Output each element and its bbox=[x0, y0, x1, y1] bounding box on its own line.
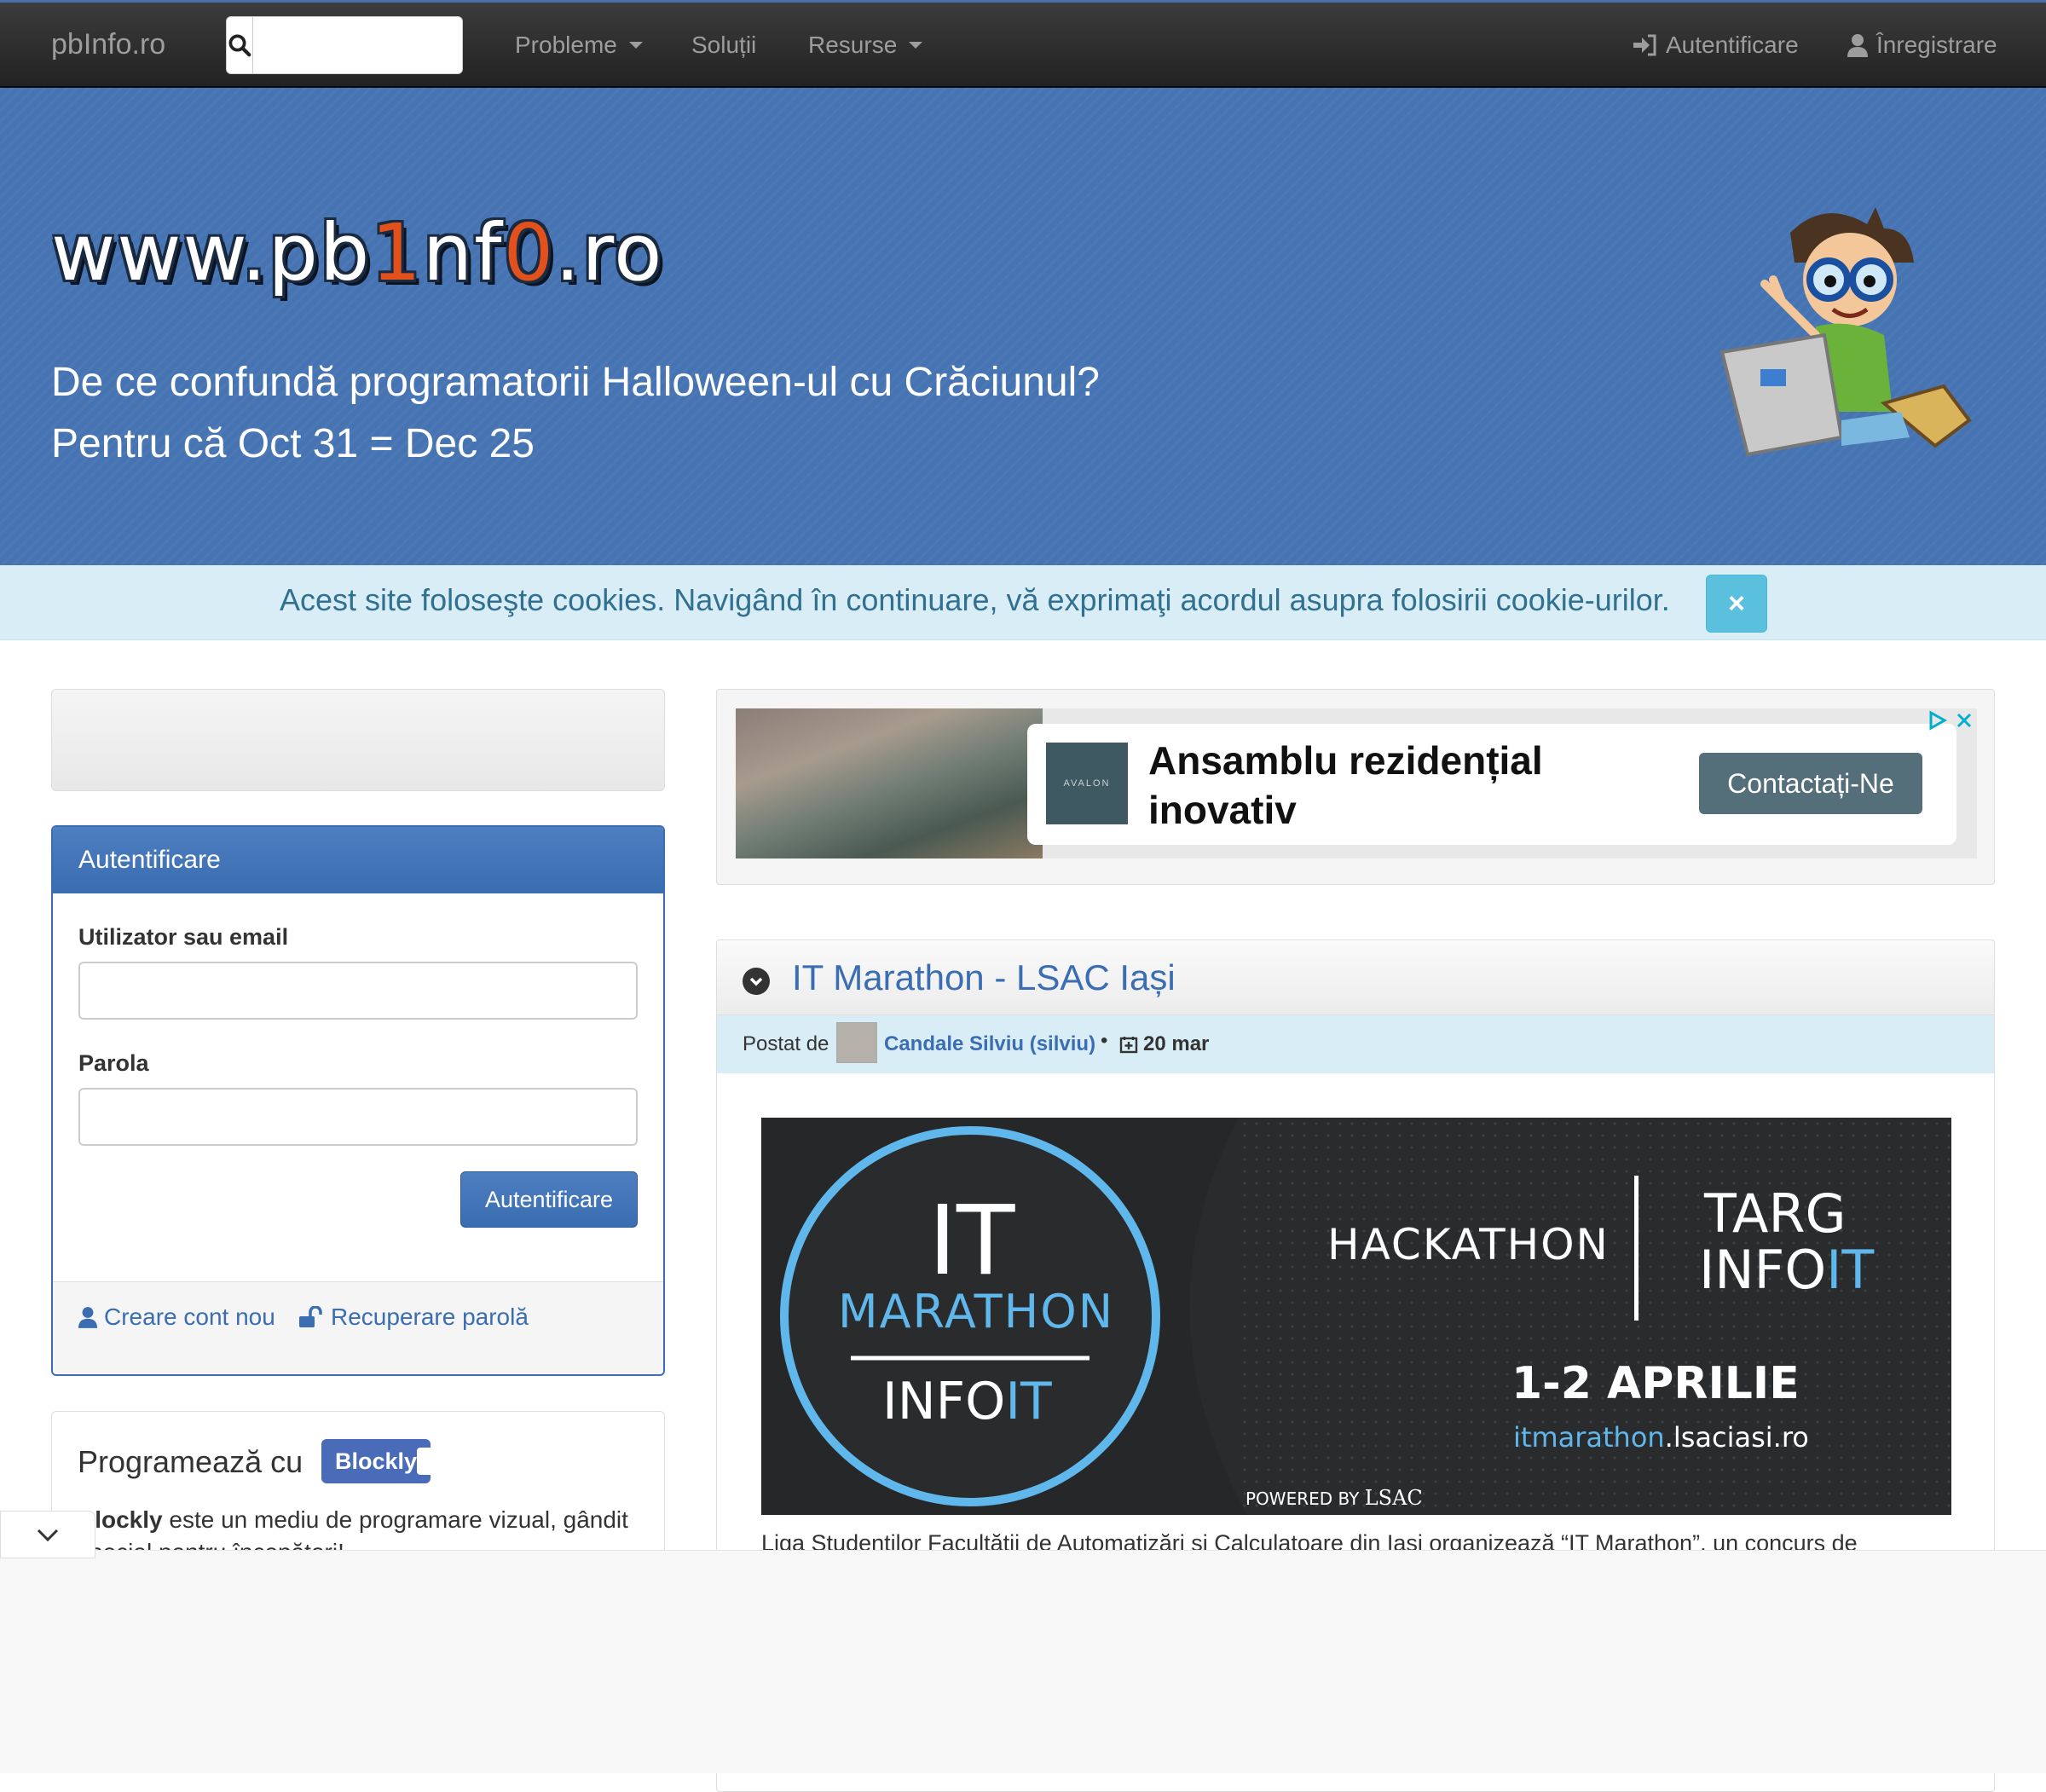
bottom-overlay bbox=[0, 1550, 2046, 1773]
ad-title: Ansamblu rezidențial inovativ bbox=[1148, 738, 1543, 832]
banner-infoit: INFOIT bbox=[882, 1372, 1052, 1431]
overlay-collapse-button[interactable] bbox=[0, 1511, 95, 1558]
ad-choices[interactable] bbox=[1928, 710, 1974, 731]
create-account-label: Creare cont nou bbox=[104, 1304, 275, 1330]
hero-joke: De ce confundă programatorii Halloween-u… bbox=[51, 352, 1100, 475]
banner-divider bbox=[1634, 1176, 1639, 1321]
username-field[interactable] bbox=[78, 962, 638, 1020]
hero-banner: www.pb1nf0.ro De ce confundă programator… bbox=[0, 88, 2046, 565]
posted-by-label: Postat de bbox=[743, 1032, 829, 1055]
sidebar-empty-panel bbox=[51, 689, 665, 791]
banner-url: itmarathon.lsaciasi.ro bbox=[1513, 1421, 1809, 1454]
article-header: IT Marathon - LSAC Iași bbox=[717, 940, 1994, 1015]
login-panel-title: Autentificare bbox=[53, 827, 663, 893]
password-field[interactable] bbox=[78, 1088, 638, 1146]
article-title[interactable]: IT Marathon - LSAC Iași bbox=[792, 957, 1176, 998]
cookie-close-button[interactable]: × bbox=[1706, 575, 1767, 633]
sign-in-icon bbox=[1633, 34, 1656, 56]
search-button[interactable] bbox=[227, 17, 253, 73]
banner-powered: POWERED BY LSAC bbox=[1246, 1486, 1423, 1510]
ad-card: AVALON Ansamblu rezidențial inovativ Cont… bbox=[1027, 724, 1956, 845]
recover-password-link[interactable]: Recuperare parolă bbox=[298, 1304, 529, 1331]
password-label: Parola bbox=[78, 1050, 149, 1076]
nav-solutii-label: Soluții bbox=[691, 32, 757, 58]
user-icon bbox=[1847, 34, 1868, 57]
it-marathon-banner: IT MARATHON INFOIT HACKATHON TARG INFOIT… bbox=[761, 1118, 1951, 1515]
blockly-title: Programează cu bbox=[78, 1444, 303, 1479]
username-label: Utilizator sau email bbox=[78, 924, 289, 950]
search-group bbox=[226, 16, 563, 74]
nav-resurse-label: Resurse bbox=[808, 32, 898, 58]
nav-probleme-label: Probleme bbox=[515, 32, 617, 58]
ad-photo bbox=[736, 708, 1043, 858]
mascot-illustration bbox=[1719, 207, 1972, 457]
blockly-logo: Blockly bbox=[321, 1439, 431, 1483]
post-date: 20 mar bbox=[1119, 1032, 1209, 1056]
nav-probleme[interactable]: Probleme bbox=[515, 32, 643, 59]
brand-link[interactable]: pbInfo.ro bbox=[51, 28, 165, 61]
banner-it: IT bbox=[928, 1186, 1015, 1297]
login-panel: Autentificare Utilizator sau email Parol… bbox=[51, 825, 665, 1376]
meta-separator: • bbox=[1101, 1029, 1108, 1052]
banner-targ: TARG INFOIT bbox=[1699, 1182, 1875, 1301]
calendar-plus-icon bbox=[1119, 1037, 1138, 1054]
author-avatar[interactable] bbox=[836, 1022, 877, 1063]
ad-panel: AVALON Ansamblu rezidențial inovativ Cont… bbox=[716, 689, 1995, 885]
chevron-down-icon bbox=[749, 977, 763, 986]
joke-question: De ce confundă programatorii Halloween-u… bbox=[51, 360, 1100, 405]
close-icon bbox=[1956, 713, 1972, 728]
caret-down-icon bbox=[909, 42, 923, 49]
nav-login[interactable]: Autentificare bbox=[1632, 32, 1799, 59]
site-logo: www.pb1nf0.ro bbox=[51, 207, 664, 298]
banner-dates: 1-2 APRILIE bbox=[1511, 1358, 1800, 1409]
cookie-notice: Acest site foloseşte cookies. Navigând î… bbox=[0, 565, 2046, 640]
caret-down-icon bbox=[628, 42, 643, 49]
login-submit-button[interactable]: Autentificare bbox=[460, 1171, 638, 1228]
ad-banner[interactable]: AVALON Ansamblu rezidențial inovativ Cont… bbox=[736, 708, 1977, 858]
unlock-icon bbox=[299, 1306, 322, 1327]
nav-register-label: Înregistrare bbox=[1876, 32, 1997, 58]
nav-register[interactable]: Înregistrare bbox=[1847, 32, 1997, 59]
joke-answer: Pentru că Oct 31 = Dec 25 bbox=[51, 421, 535, 466]
adchoices-icon bbox=[1929, 710, 1948, 731]
top-navbar: pbInfo.ro Probleme Soluții Resurse Auten… bbox=[0, 0, 2046, 88]
chevron-down-icon bbox=[37, 1529, 59, 1542]
user-icon bbox=[78, 1307, 97, 1328]
create-account-link[interactable]: Creare cont nou bbox=[78, 1304, 275, 1331]
login-panel-footer: Creare cont nou Recuperare parolă bbox=[53, 1281, 663, 1374]
author-link[interactable]: Candale Silviu (silviu) bbox=[884, 1032, 1095, 1056]
close-icon: × bbox=[1728, 587, 1745, 620]
nav-solutii[interactable]: Soluții bbox=[691, 32, 756, 59]
nav-resurse[interactable]: Resurse bbox=[808, 32, 923, 59]
ad-contact-button[interactable]: Contactați-Ne bbox=[1699, 753, 1922, 814]
blockly-logo-notch bbox=[417, 1448, 434, 1475]
banner-hackathon: HACKATHON bbox=[1327, 1220, 1610, 1269]
banner-dot-pattern bbox=[1239, 1118, 1951, 1515]
ad-logo: AVALON bbox=[1046, 743, 1128, 824]
banner-marathon: MARATHON bbox=[838, 1285, 1115, 1338]
cookie-text: Acest site foloseşte cookies. Navigând î… bbox=[280, 582, 1670, 617]
nav-login-label: Autentificare bbox=[1666, 32, 1799, 58]
recover-password-label: Recuperare parolă bbox=[331, 1304, 529, 1330]
article-meta: Postat de Candale Silviu (silviu) • 20 m… bbox=[717, 1015, 1994, 1073]
search-icon bbox=[228, 34, 251, 57]
collapse-toggle[interactable] bbox=[743, 968, 770, 995]
